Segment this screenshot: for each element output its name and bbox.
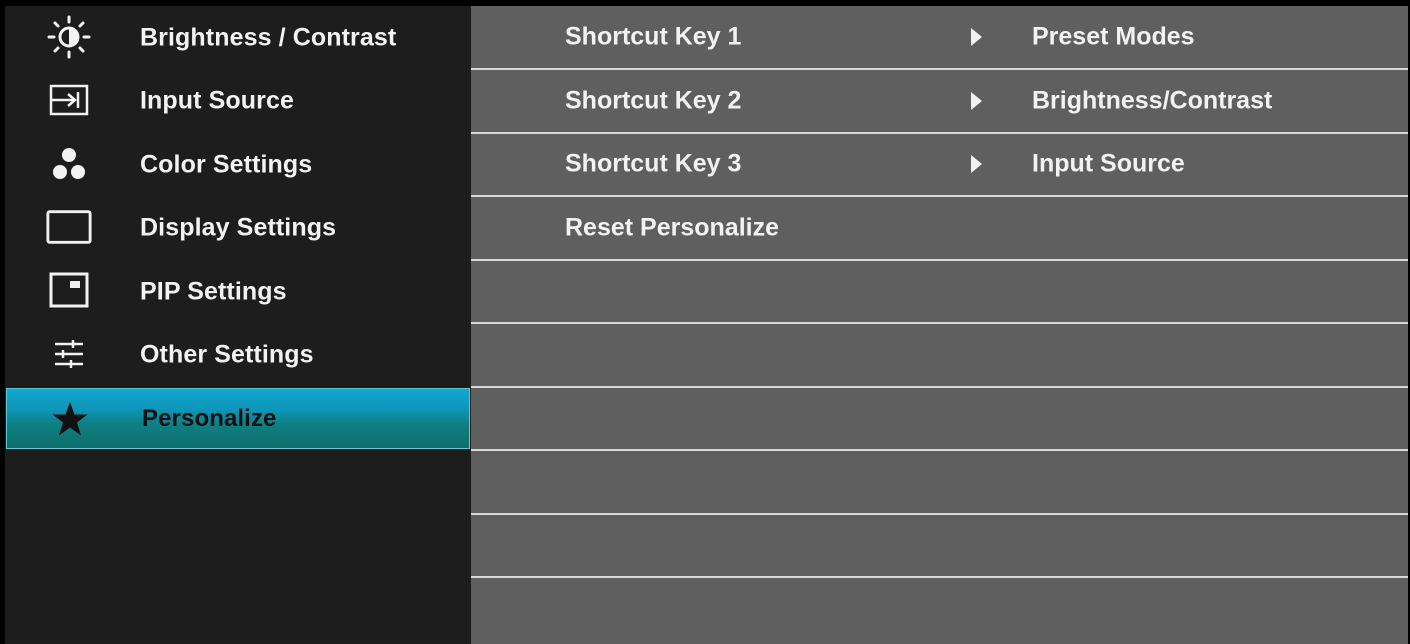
menu-row-shortcut-key-2[interactable]: Shortcut Key 2 Brightness/Contrast xyxy=(471,70,1408,134)
menu-row-empty xyxy=(471,260,1408,324)
pip-settings-icon xyxy=(45,269,93,313)
row-label: Shortcut Key 1 xyxy=(565,22,742,51)
sidebar-item-personalize[interactable]: Personalize xyxy=(6,388,470,449)
row-label: Shortcut Key 2 xyxy=(565,86,742,115)
menu-row-shortcut-key-1[interactable]: Shortcut Key 1 Preset Modes xyxy=(471,6,1408,70)
arrow-right-icon xyxy=(971,92,982,110)
arrow-right-icon xyxy=(971,155,982,173)
sidebar-item-input-source[interactable]: Input Source xyxy=(5,69,471,132)
sidebar-item-label: Input Source xyxy=(140,86,294,114)
sidebar-item-label: Color Settings xyxy=(140,150,313,178)
star-icon xyxy=(46,397,94,441)
arrow-right-icon xyxy=(971,28,982,46)
sidebar-item-label: PIP Settings xyxy=(140,277,287,305)
brightness-icon xyxy=(45,15,93,59)
osd-menu: Brightness / Contrast Input Source Color… xyxy=(0,0,1410,644)
menu-row-shortcut-key-3[interactable]: Shortcut Key 3 Input Source xyxy=(471,133,1408,197)
sidebar-item-label: Personalize xyxy=(142,404,277,432)
input-source-icon xyxy=(45,78,93,122)
sidebar-item-brightness-contrast[interactable]: Brightness / Contrast xyxy=(5,6,471,69)
sidebar-item-pip-settings[interactable]: PIP Settings xyxy=(5,260,471,323)
display-settings-icon xyxy=(45,205,93,249)
row-label: Reset Personalize xyxy=(565,213,779,242)
row-value: Preset Modes xyxy=(1032,22,1195,51)
row-value: Brightness/Contrast xyxy=(1032,86,1273,115)
sidebar-item-label: Other Settings xyxy=(140,340,314,368)
submenu-panel: Shortcut Key 1 Preset Modes Shortcut Key… xyxy=(471,6,1408,644)
other-settings-icon xyxy=(45,332,93,376)
row-value: Input Source xyxy=(1032,149,1185,178)
color-settings-icon xyxy=(45,142,93,186)
sidebar-item-display-settings[interactable]: Display Settings xyxy=(5,196,471,259)
menu-row-empty xyxy=(471,514,1408,578)
sidebar-item-label: Display Settings xyxy=(140,213,337,241)
menu-row-reset-personalize[interactable]: Reset Personalize xyxy=(471,197,1408,261)
sidebar: Brightness / Contrast Input Source Color… xyxy=(5,6,471,644)
menu-row-empty xyxy=(471,324,1408,388)
row-label: Shortcut Key 3 xyxy=(565,149,742,178)
menu-row-empty xyxy=(471,387,1408,451)
sidebar-item-label: Brightness / Contrast xyxy=(140,23,397,51)
sidebar-item-other-settings[interactable]: Other Settings xyxy=(5,323,471,386)
menu-row-empty xyxy=(471,451,1408,515)
sidebar-item-color-settings[interactable]: Color Settings xyxy=(5,133,471,196)
